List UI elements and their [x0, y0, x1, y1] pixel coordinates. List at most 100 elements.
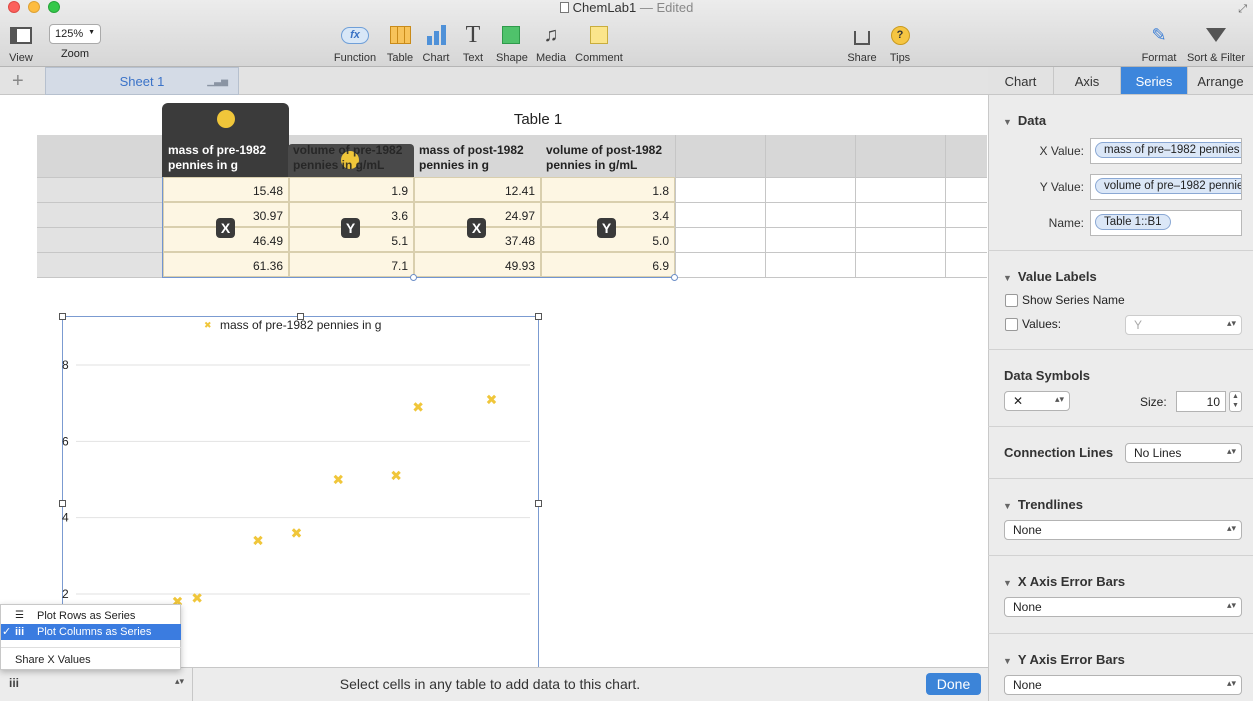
chevron-down-icon: ▼	[88, 29, 95, 36]
resize-handle[interactable]	[535, 313, 542, 320]
data-point[interactable]: ✖	[486, 391, 498, 407]
table-cell[interactable]: 49.93	[414, 252, 541, 277]
y-error-bars-header[interactable]: ▼ Y Axis Error Bars	[1003, 652, 1125, 667]
tips-button[interactable]: ? Tips	[886, 24, 914, 64]
chevron-updown-icon: ▴▾	[1226, 446, 1236, 456]
tips-icon: ?	[886, 24, 914, 46]
y-tick-label: 8	[62, 358, 69, 372]
data-point[interactable]: ✖	[412, 399, 424, 415]
menu-item-plot-columns[interactable]: ✓ iii Plot Columns as Series	[1, 624, 181, 640]
comment-button[interactable]: Comment	[574, 24, 624, 64]
share-icon	[847, 24, 877, 46]
table-cell[interactable]: 12.41	[414, 177, 541, 202]
chevron-updown-icon: ▴▾	[1226, 600, 1236, 610]
table-cell[interactable]: 1.9	[289, 177, 414, 202]
values-checkbox[interactable]	[1005, 318, 1018, 331]
fullscreen-icon[interactable]: ⤢	[1238, 3, 1247, 16]
name-token[interactable]: Table 1::B1	[1095, 214, 1171, 230]
table-icon	[385, 24, 415, 46]
resize-handle[interactable]	[59, 313, 66, 320]
x-value-label: X Value:	[1039, 144, 1084, 158]
disclosure-triangle-icon: ▼	[1003, 656, 1012, 666]
column-header[interactable]: volume of pre-1982 pennies in g/mL	[293, 143, 411, 173]
divider	[988, 555, 1253, 556]
shape-icon	[496, 24, 526, 46]
y-axis-badge: Y	[341, 218, 360, 238]
data-point[interactable]: ✖	[252, 533, 264, 549]
table-cell[interactable]: 6.9	[541, 252, 675, 277]
values-select[interactable]: Y ▴▾	[1125, 315, 1242, 335]
series-color-dot[interactable]	[217, 110, 235, 128]
table-cell[interactable]: 15.48	[163, 177, 289, 202]
resize-handle[interactable]	[59, 500, 66, 507]
function-icon: fx	[332, 24, 378, 46]
series-name-field[interactable]: Table 1::B1	[1090, 210, 1242, 236]
chart-button[interactable]: Chart	[421, 24, 451, 64]
range-handle[interactable]	[671, 274, 678, 281]
format-button[interactable]: ✎ Format	[1139, 24, 1179, 65]
comment-icon	[574, 24, 624, 46]
column-header[interactable]: mass of pre-1982 pennies in g	[168, 143, 284, 173]
shape-button[interactable]: Shape	[496, 24, 528, 64]
x-error-bars-select[interactable]: None ▴▾	[1004, 597, 1242, 617]
size-stepper[interactable]: ▲ ▼	[1229, 391, 1242, 412]
sheet-tab[interactable]: Sheet 1 ▁▃▅	[45, 67, 239, 95]
resize-handle[interactable]	[535, 500, 542, 507]
data-point[interactable]: ✖	[332, 472, 344, 488]
menu-item-share-x[interactable]: Share X Values	[1, 652, 181, 668]
share-button[interactable]: Share	[847, 24, 877, 64]
sort-filter-button[interactable]: Sort & Filter	[1185, 24, 1247, 64]
y-value-field[interactable]: volume of pre–1982 pennies in g/mL	[1090, 174, 1242, 200]
y-axis-badge: Y	[597, 218, 616, 238]
symbol-size-input[interactable]: 10	[1176, 391, 1226, 412]
sheet-options-icon[interactable]: ▁▃▅	[207, 76, 228, 87]
resize-handle[interactable]	[297, 313, 304, 320]
tab-axis[interactable]: Axis	[1054, 67, 1121, 95]
grid-line	[765, 135, 766, 278]
chevron-updown-icon: ▴▾	[1226, 523, 1236, 533]
view-button[interactable]: View	[6, 24, 36, 64]
connection-lines-header: Connection Lines	[1004, 445, 1114, 460]
menu-item-plot-rows[interactable]: ☰ Plot Rows as Series	[1, 608, 181, 624]
range-handle[interactable]	[410, 274, 417, 281]
tab-series[interactable]: Series	[1121, 67, 1188, 95]
zoom-select[interactable]: 125% ▼	[49, 24, 101, 44]
trendlines-header[interactable]: ▼ Trendlines	[1003, 497, 1083, 512]
x-error-bars-header[interactable]: ▼ X Axis Error Bars	[1003, 574, 1125, 589]
show-series-name-checkbox[interactable]	[1005, 294, 1018, 307]
function-button[interactable]: fx Function	[332, 24, 378, 64]
x-value-token[interactable]: mass of pre–1982 pennies in g	[1095, 142, 1241, 158]
column-header[interactable]: volume of post-1982 pennies in g/mL	[546, 143, 671, 173]
series-mode-select[interactable]: iii ▴▾	[0, 667, 193, 701]
grid-line	[855, 135, 856, 278]
document-icon	[559, 2, 569, 13]
data-point[interactable]: ✖	[390, 468, 402, 484]
chart-icon	[421, 24, 451, 46]
y-error-bars-select[interactable]: None ▴▾	[1004, 675, 1242, 695]
x-value-field[interactable]: mass of pre–1982 pennies in g	[1090, 138, 1242, 164]
done-button[interactable]: Done	[926, 673, 981, 695]
add-sheet-button[interactable]: +	[12, 70, 24, 93]
column-header[interactable]: mass of post-1982 pennies in g	[419, 143, 537, 173]
y-value-token[interactable]: volume of pre–1982 pennies in g/mL	[1095, 178, 1241, 194]
table-cell[interactable]: 1.8	[541, 177, 675, 202]
tab-chart[interactable]: Chart	[988, 67, 1054, 95]
values-label: Values:	[1022, 317, 1062, 331]
value-labels-header[interactable]: ▼ Value Labels	[1003, 269, 1097, 284]
text-icon: T	[465, 21, 481, 48]
data-point[interactable]: ✖	[291, 525, 303, 541]
media-button[interactable]: ♫ Media	[535, 24, 567, 65]
tab-arrange[interactable]: Arrange	[1188, 67, 1253, 95]
table-cell[interactable]: 61.36	[163, 252, 289, 277]
table-cell[interactable]: 7.1	[289, 252, 414, 277]
data-symbol-select[interactable]: ✕ ▴▾	[1004, 391, 1070, 411]
table-title: Table 1	[513, 111, 563, 128]
data-point[interactable]: ✖	[191, 590, 203, 606]
data-section-header[interactable]: ▼ Data	[1003, 113, 1046, 128]
table-button[interactable]: Table	[385, 24, 415, 64]
grid-line	[675, 135, 676, 278]
divider	[988, 478, 1253, 479]
text-button[interactable]: T Text	[459, 21, 487, 65]
connection-lines-select[interactable]: No Lines ▴▾	[1125, 443, 1242, 463]
trendlines-select[interactable]: None ▴▾	[1004, 520, 1242, 540]
